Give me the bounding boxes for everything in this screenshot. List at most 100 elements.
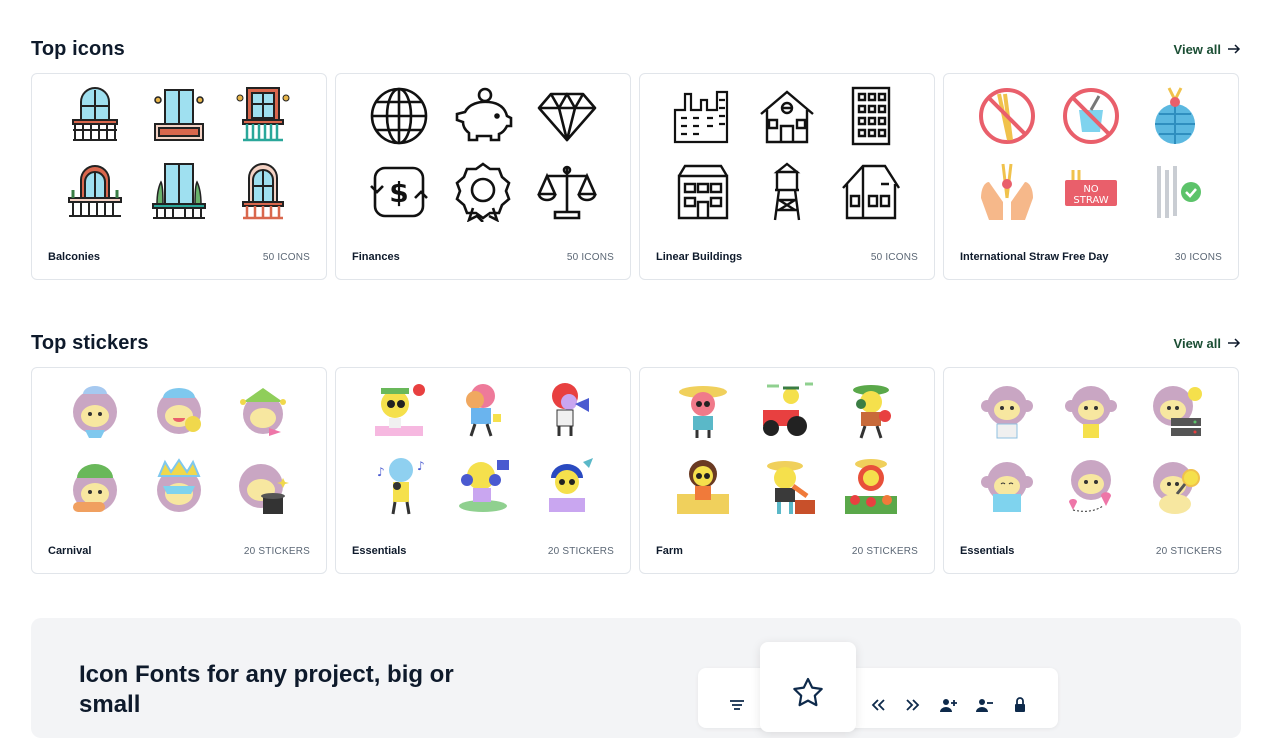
carnival-monkey-jester-sticker — [233, 380, 293, 440]
award-badge-icon — [453, 162, 513, 222]
pack-name: Balconies — [48, 251, 100, 263]
top-stickers-section: Top stickers View all Carnival 20 STICKE… — [31, 328, 1241, 574]
card-footer: Linear Buildings 50 ICONS — [656, 251, 918, 263]
farmer-tractor-sticker — [757, 380, 817, 440]
essentials-monkey-list-sticker — [1061, 380, 1121, 440]
diamond-icon — [537, 86, 597, 146]
icon-pack-list: Balconies 50 ICONS $ Finances 50 ICONS L… — [31, 73, 1241, 280]
pack-name: Carnival — [48, 545, 92, 557]
reusable-straws-icon — [1145, 162, 1205, 222]
essentials-monkey-smile-sticker — [977, 380, 1037, 440]
card-footer: International Straw Free Day 30 ICONS — [960, 251, 1222, 263]
view-all-label: View all — [1173, 41, 1221, 57]
card-footer: Carnival 20 STICKERS — [48, 545, 310, 557]
chevrons-left-icon — [871, 699, 885, 711]
essentials-reading-character-sticker — [453, 380, 513, 440]
essentials-megaphone-character-sticker — [537, 380, 597, 440]
sticker-pack-card[interactable]: Farm 20 STICKERS — [639, 367, 935, 574]
top-stickers-title: Top stickers — [31, 331, 149, 354]
icon-pack-card[interactable]: NO STRAW International Straw Free Day 30 … — [943, 73, 1239, 280]
carnival-monkey-cap-sticker — [149, 380, 209, 440]
icon-pack-card[interactable]: Linear Buildings 50 ICONS — [639, 73, 935, 280]
farmer-hay-sticker — [673, 456, 733, 516]
icon-fonts-promo-banner: Icon Fonts for any project, big or small — [31, 618, 1241, 738]
view-all-label: View all — [1173, 335, 1221, 351]
townhouse-icon — [673, 162, 733, 222]
pack-name: Finances — [352, 251, 400, 263]
pack-name: International Straw Free Day — [960, 251, 1109, 263]
card-footer: Balconies 50 ICONS — [48, 251, 310, 263]
essentials-headphones-character-sticker — [453, 456, 513, 516]
chevrons-right-icon — [906, 699, 920, 711]
hands-straw-icon — [977, 162, 1037, 222]
carnival-monkey-top-hat-sticker — [233, 456, 293, 516]
arrow-right-icon — [1228, 44, 1241, 54]
top-icons-section: Top icons View all Balconies 50 ICONS $ … — [31, 34, 1241, 280]
top-icons-title: Top icons — [31, 37, 125, 60]
house-icon — [757, 86, 817, 146]
pack-name: Essentials — [960, 545, 1015, 557]
pack-count: 20 STICKERS — [1155, 545, 1222, 557]
barn-house-icon — [841, 162, 901, 222]
piggy-bank-icon — [453, 86, 513, 146]
top-stickers-header: Top stickers View all — [31, 328, 1241, 358]
essentials-monkey-map-sticker — [1061, 456, 1121, 516]
sticker-pack-list: Carnival 20 STICKERS ♪ ♪ Essentials 20 ST… — [31, 367, 1241, 574]
stickers-view-all-link[interactable]: View all — [1174, 336, 1241, 351]
card-footer: Essentials 20 STICKERS — [352, 545, 614, 557]
sticker-preview-grid — [640, 380, 934, 516]
no-cup-straw-icon — [1061, 86, 1121, 146]
currency-exchange-icon: $ — [369, 162, 429, 222]
pack-count: 20 STICKERS — [851, 545, 918, 557]
office-tower-icon — [841, 86, 901, 146]
pack-count: 20 STICKERS — [243, 545, 310, 557]
icon-pack-card[interactable]: $ Finances 50 ICONS — [335, 73, 631, 280]
essentials-monkey-magnifier-sticker — [1145, 456, 1205, 516]
farmer-market-sticker — [841, 456, 901, 516]
essentials-laptop-character-sticker — [537, 456, 597, 516]
pack-name: Farm — [656, 545, 683, 557]
water-tower-icon — [757, 162, 817, 222]
top-icons-header: Top icons View all — [31, 34, 1241, 64]
sticker-pack-card[interactable]: Essentials 20 STICKERS — [943, 367, 1239, 574]
arrow-right-icon — [1228, 338, 1241, 348]
globe-no-straw-icon — [1145, 86, 1205, 146]
svg-text:♪: ♪ — [417, 459, 425, 473]
svg-text:♪: ♪ — [377, 465, 385, 479]
menu-lines-icon — [730, 700, 744, 710]
icon-preview-grid — [640, 86, 934, 222]
sticker-pack-card[interactable]: Carnival 20 STICKERS — [31, 367, 327, 574]
essentials-monkey-book-sticker — [977, 456, 1037, 516]
balcony-arched-window-icon — [65, 86, 125, 146]
icon-pack-card[interactable]: Balconies 50 ICONS — [31, 73, 327, 280]
sticker-preview-grid — [32, 380, 326, 516]
svg-text:STRAW: STRAW — [1073, 195, 1108, 206]
balcony-plants-arch-icon — [65, 162, 125, 222]
globe-icon — [369, 86, 429, 146]
pack-name: Linear Buildings — [656, 251, 743, 263]
card-footer: Essentials 20 STICKERS — [960, 545, 1222, 557]
balcony-tall-window-icon — [233, 86, 293, 146]
farmer-harvest-sticker — [841, 380, 901, 440]
card-footer: Finances 50 ICONS — [352, 251, 614, 263]
icon-preview-grid — [32, 86, 326, 222]
balcony-double-door-icon — [149, 86, 209, 146]
user-add-icon — [940, 699, 957, 712]
balcony-french-door-icon — [233, 162, 293, 222]
icon-preview-grid: $ — [336, 86, 630, 222]
pack-count: 50 ICONS — [870, 251, 918, 263]
promo-title: Icon Fonts for any project, big or small — [79, 661, 454, 718]
sticker-preview-grid — [944, 380, 1238, 516]
essentials-monkey-server-sticker — [1145, 380, 1205, 440]
pack-name: Essentials — [352, 545, 407, 557]
sticker-pack-card[interactable]: ♪ ♪ Essentials 20 STICKERS — [335, 367, 631, 574]
lock-icon — [1015, 697, 1025, 712]
pack-count: 30 ICONS — [1174, 251, 1222, 263]
card-footer: Farm 20 STICKERS — [656, 545, 918, 557]
pack-count: 50 ICONS — [566, 251, 614, 263]
no-straw-label-icon: NO STRAW — [1061, 162, 1121, 222]
carnival-monkey-party-hat-sticker — [65, 380, 125, 440]
icons-view-all-link[interactable]: View all — [1174, 42, 1241, 57]
pack-count: 50 ICONS — [262, 251, 310, 263]
balance-scale-icon — [537, 162, 597, 222]
